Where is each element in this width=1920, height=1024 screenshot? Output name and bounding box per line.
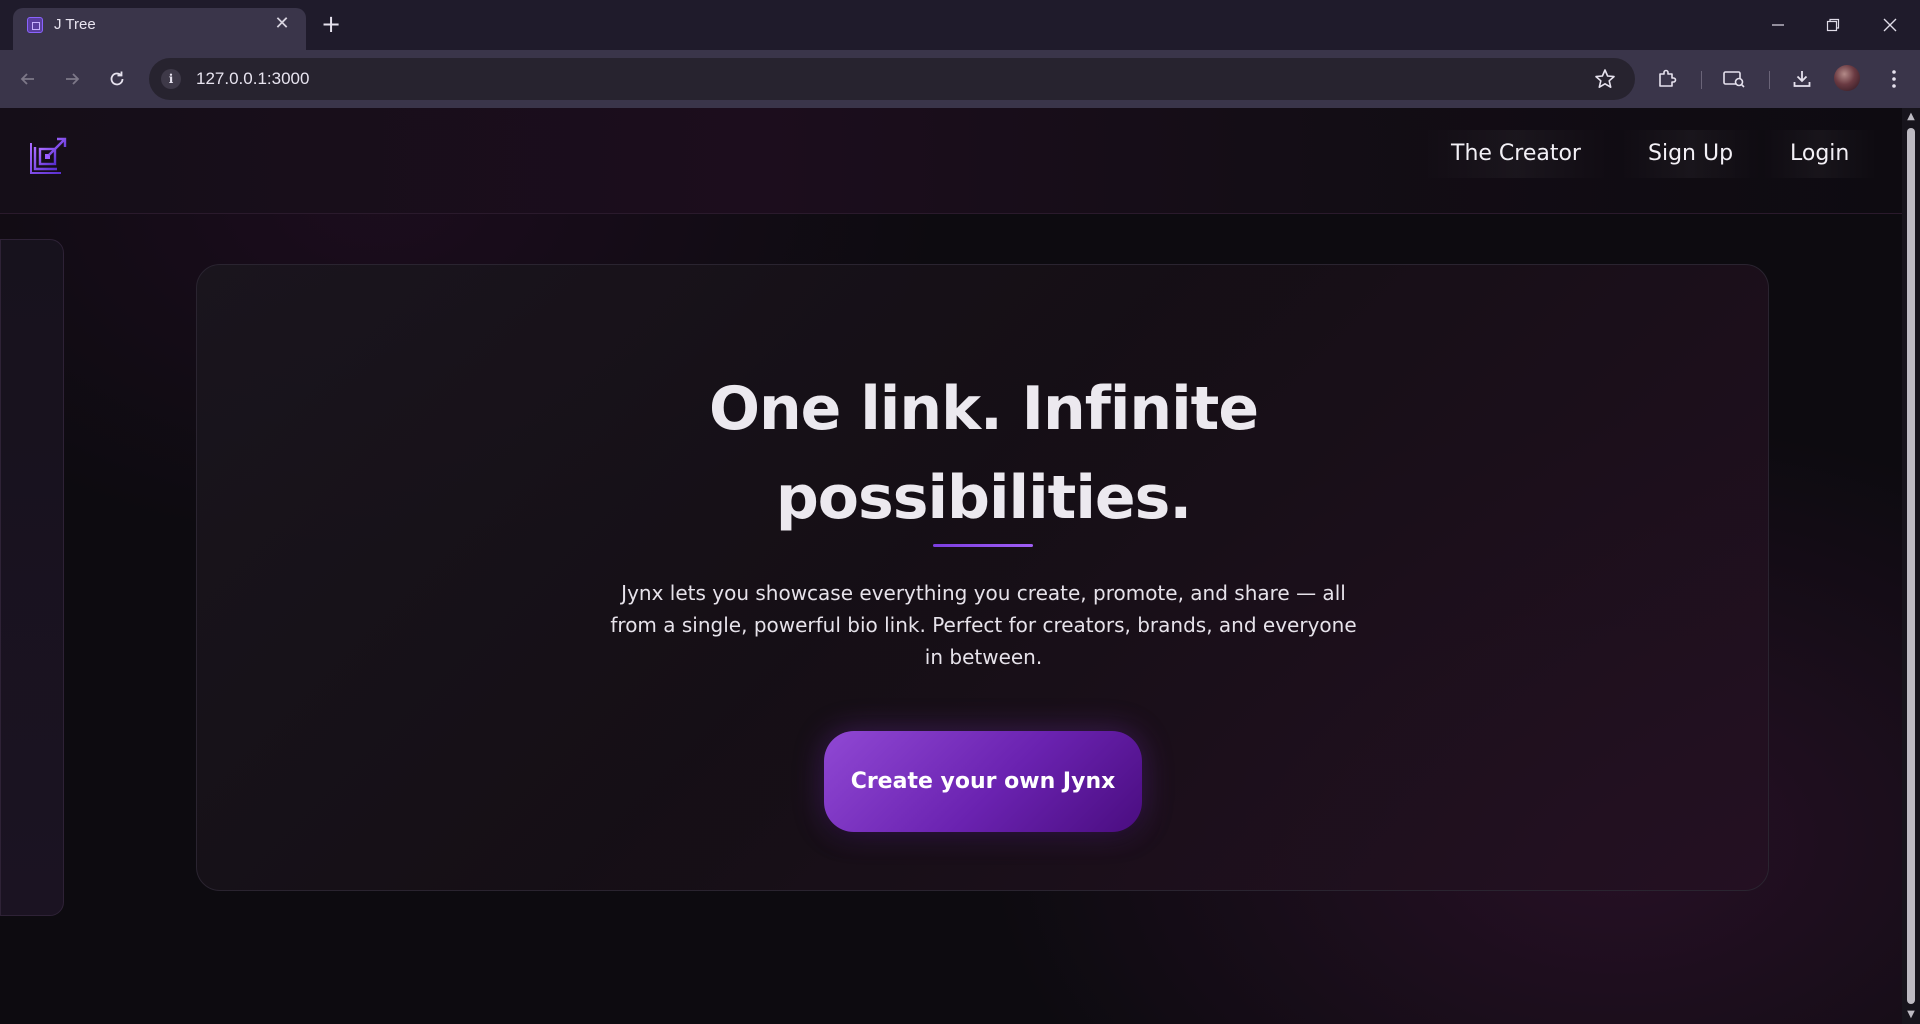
toolbar-separator xyxy=(1769,71,1770,89)
star-icon xyxy=(1595,69,1615,88)
profile-avatar[interactable] xyxy=(1834,65,1860,91)
tab-close-icon[interactable]: ✕ xyxy=(271,13,293,35)
scroll-down-arrow-icon[interactable]: ▼ xyxy=(1905,1010,1917,1020)
cast-search-button[interactable] xyxy=(1718,63,1750,95)
page-viewport: The Creator Sign Up Login One link. Infi… xyxy=(0,108,1902,1024)
nav-sign-up[interactable]: Sign Up xyxy=(1620,130,1762,178)
page-scrollbar[interactable]: ▲ ▼ xyxy=(1902,108,1920,1024)
hero-title-line-2: possibilities. xyxy=(775,463,1192,533)
hero-description: Jynx lets you showcase everything you cr… xyxy=(610,581,1357,669)
close-icon xyxy=(1883,18,1897,32)
browser-toolbar: i 127.0.0.1:3000 xyxy=(0,50,1920,108)
site-info-icon[interactable]: i xyxy=(161,69,181,89)
back-arrow-icon xyxy=(20,73,34,85)
tab-favicon-icon xyxy=(27,17,43,33)
tab-title: J Tree xyxy=(54,16,96,33)
browser-window: J Tree ✕ + i 127.0.0.1:3000 The Creator … xyxy=(0,0,1920,1024)
restore-icon xyxy=(1826,18,1840,32)
bookmark-star-icon[interactable] xyxy=(1591,65,1619,93)
jynx-logo-icon xyxy=(30,137,67,174)
download-icon xyxy=(1793,71,1811,87)
browser-menu-button[interactable] xyxy=(1878,63,1910,95)
site-logo[interactable] xyxy=(29,135,69,175)
extensions-button[interactable] xyxy=(1651,63,1683,95)
close-window-button[interactable] xyxy=(1875,10,1905,40)
nav-the-creator[interactable]: The Creator xyxy=(1423,130,1609,178)
scrollbar-thumb[interactable] xyxy=(1907,128,1915,1004)
kebab-menu-icon xyxy=(1892,70,1896,88)
cast-search-icon xyxy=(1723,71,1745,88)
minimize-button[interactable] xyxy=(1763,10,1793,40)
new-tab-button[interactable]: + xyxy=(317,11,345,39)
scroll-up-arrow-icon[interactable]: ▲ xyxy=(1905,112,1917,122)
reload-button[interactable] xyxy=(101,63,133,95)
site-header: The Creator Sign Up Login xyxy=(0,108,1902,214)
nav-login[interactable]: Login xyxy=(1762,130,1878,178)
create-jynx-button[interactable]: Create your own Jynx xyxy=(824,731,1142,832)
minimize-icon xyxy=(1772,24,1784,26)
puzzle-icon xyxy=(1659,69,1677,87)
url-text[interactable]: 127.0.0.1:3000 xyxy=(196,69,309,89)
forward-arrow-icon xyxy=(66,73,80,85)
hero-title-underline xyxy=(933,544,1033,547)
reload-icon xyxy=(110,71,124,86)
hero-card: One link. Infinite possibilities. Jynx l… xyxy=(196,264,1769,891)
restore-button[interactable] xyxy=(1818,10,1848,40)
forward-button[interactable] xyxy=(56,63,88,95)
back-button[interactable] xyxy=(12,63,44,95)
hero-title: One link. Infinite possibilities. xyxy=(197,365,1770,543)
address-bar[interactable]: i 127.0.0.1:3000 xyxy=(149,58,1635,100)
browser-tab[interactable]: J Tree ✕ xyxy=(13,8,306,50)
side-panel xyxy=(0,239,64,916)
tab-strip: J Tree ✕ + xyxy=(0,0,1920,50)
hero-title-line-1: One link. Infinite xyxy=(708,374,1259,444)
toolbar-separator xyxy=(1701,71,1702,89)
downloads-button[interactable] xyxy=(1786,63,1818,95)
